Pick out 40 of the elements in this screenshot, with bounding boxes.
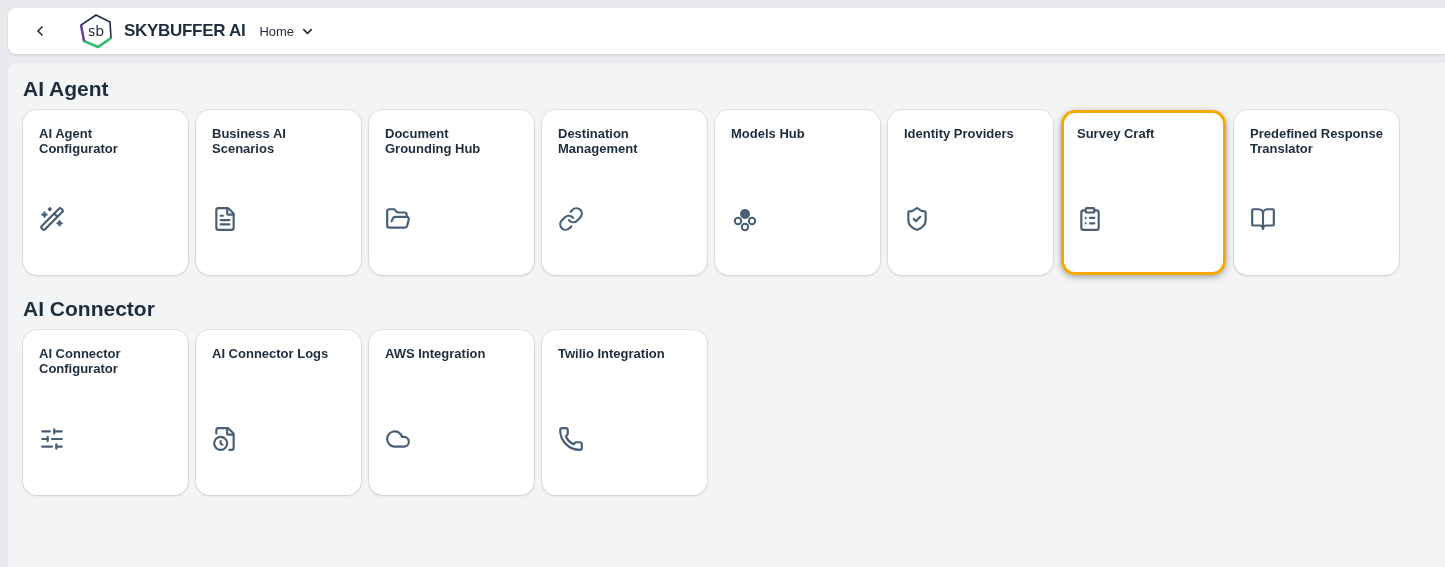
sliders-icon bbox=[39, 426, 65, 452]
circles-icon bbox=[731, 206, 759, 234]
tile-title: Models Hub bbox=[731, 126, 806, 143]
app-tile[interactable]: Survey Craft bbox=[1061, 110, 1226, 275]
app-tile[interactable]: AI Connector Configurator bbox=[23, 330, 188, 495]
app-tile[interactable]: AWS Integration bbox=[369, 330, 534, 495]
book-icon bbox=[1250, 206, 1276, 232]
clipboard-list-icon bbox=[1077, 206, 1103, 232]
tile-title: AI Connector Configurator bbox=[39, 346, 122, 378]
logo-text: sb bbox=[87, 23, 105, 39]
home-menu-button[interactable]: Home bbox=[255, 19, 320, 43]
document-icon bbox=[212, 206, 238, 232]
app-tile[interactable]: Document Grounding Hub bbox=[369, 110, 534, 275]
tile-title: Predefined Response Translator bbox=[1250, 126, 1383, 158]
tile-title: Survey Craft bbox=[1077, 126, 1156, 143]
tile-title: AI Agent Configurator bbox=[39, 126, 119, 158]
app-tile[interactable]: AI Agent Configurator bbox=[23, 110, 188, 275]
folder-list-icon bbox=[385, 206, 411, 232]
group-title: AI Connector bbox=[23, 297, 156, 321]
link-icon bbox=[558, 206, 584, 232]
app-tile[interactable]: Twilio Integration bbox=[542, 330, 707, 495]
magic-wand-icon bbox=[39, 206, 65, 232]
app-tile[interactable]: Destination Management bbox=[542, 110, 707, 275]
tile-title: Twilio Integration bbox=[558, 346, 666, 363]
tile-title: Identity Providers bbox=[904, 126, 1015, 143]
app-tile[interactable]: Business AI Scenarios bbox=[196, 110, 361, 275]
tile-title: AI Connector Logs bbox=[212, 346, 330, 363]
phone-icon bbox=[558, 426, 584, 452]
app-tile[interactable]: Models Hub bbox=[715, 110, 880, 275]
app-tile[interactable]: Predefined Response Translator bbox=[1234, 110, 1399, 275]
app-tile[interactable]: Identity Providers bbox=[888, 110, 1053, 275]
shield-check-icon bbox=[904, 206, 930, 232]
group-title: AI Agent bbox=[23, 77, 110, 101]
tile-title: Business AI Scenarios bbox=[212, 126, 287, 158]
tile-title: AWS Integration bbox=[385, 346, 487, 363]
tile-title: Document Grounding Hub bbox=[385, 126, 482, 158]
app-tile[interactable]: AI Connector Logs bbox=[196, 330, 361, 495]
file-clock-icon bbox=[212, 426, 238, 452]
brand-name: SKYBUFFER AI bbox=[124, 21, 246, 41]
tile-title: Destination Management bbox=[558, 126, 639, 158]
